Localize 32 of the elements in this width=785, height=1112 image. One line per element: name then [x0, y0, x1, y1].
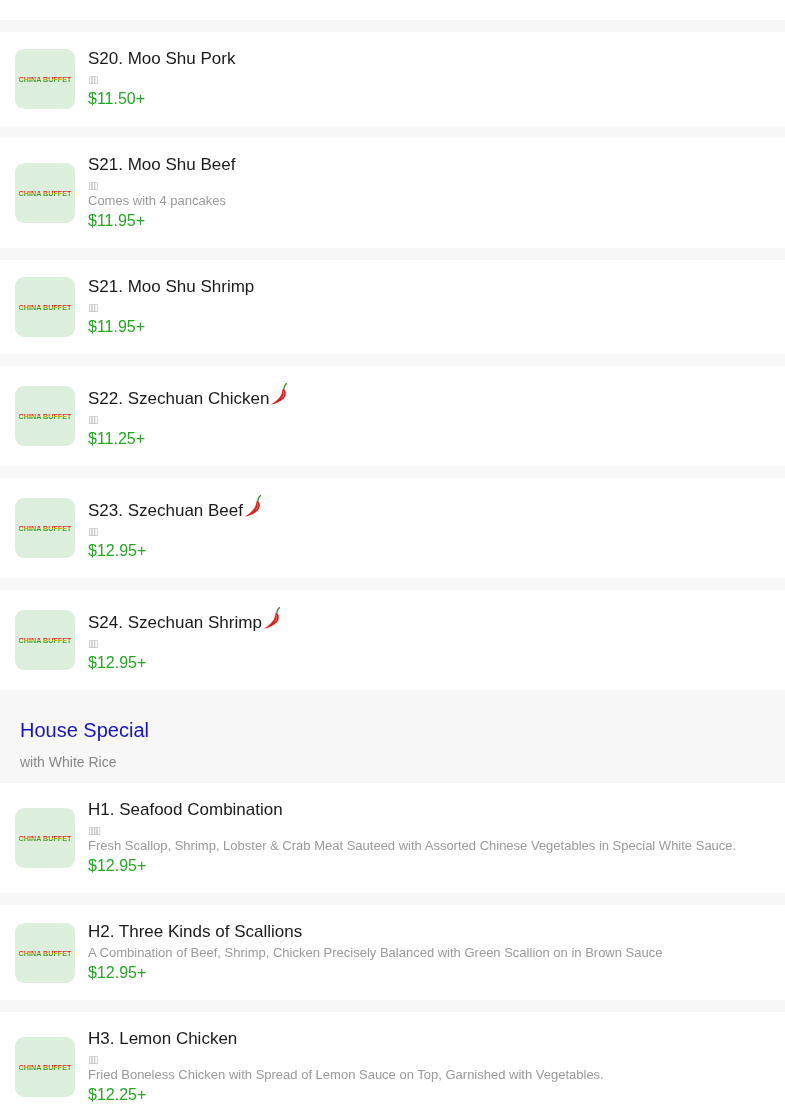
chinese-name: ▯▯▯▯	[88, 824, 100, 838]
dish-description: Fried Boneless Chicken with Spread of Lemon Sauce on Top, Garnished with Vegetables.	[88, 1067, 604, 1083]
section-subtitle: with White Rice	[20, 753, 117, 771]
section-title: House Special	[20, 718, 149, 742]
chinese-name: ▯▯▯	[88, 413, 98, 427]
dish-price: $12.95+	[88, 541, 147, 561]
dish-name: S21. Moo Shu Beef	[88, 155, 236, 175]
dish-price: $11.95+	[88, 211, 146, 231]
chinese-name: ▯▯▯	[88, 1053, 98, 1067]
dish-name: S22. Szechuan Chicken	[88, 389, 270, 409]
chinese-name: ▯▯▯	[88, 73, 98, 87]
dish-name: S20. Moo Shu Pork	[88, 49, 236, 69]
chinese-name: ▯▯▯	[88, 637, 98, 651]
dish-price: $12.95+	[88, 856, 147, 876]
chinese-name: ▯▯▯	[88, 525, 98, 539]
dish-price: $11.50+	[88, 89, 146, 109]
dish-description: Comes with 4 pancakes	[88, 193, 226, 209]
dish-price: $11.95+	[88, 317, 146, 337]
chinese-name: ▯▯▯	[88, 179, 98, 193]
dish-name: H1. Seafood Combination	[88, 800, 283, 820]
dish-name: S21. Moo Shu Shrimp	[88, 277, 255, 297]
dish-price: $12.25+	[88, 1085, 147, 1105]
dish-description: Fresh Scallop, Shrimp, Lobster & Crab Meat Sauteed with Assorted Chinese Vegetables in Special White Sauce.	[88, 838, 737, 854]
dish-description: A Combination of Beef, Shrimp, Chicken Precisely Balanced with Green Scallion on in Brown Sauce	[88, 945, 663, 961]
chinese-name: ▯▯▯	[88, 301, 98, 315]
dish-name: S23. Szechuan Beef	[88, 501, 243, 521]
dish-name: S24. Szechuan Shrimp	[88, 613, 262, 633]
dish-price: $12.95+	[88, 653, 147, 673]
dish-name: H3. Lemon Chicken	[88, 1029, 238, 1049]
dish-price: $12.95+	[88, 963, 147, 983]
dish-name: H2. Three Kinds of Scallions	[88, 922, 303, 942]
dish-price: $11.25+	[88, 429, 146, 449]
